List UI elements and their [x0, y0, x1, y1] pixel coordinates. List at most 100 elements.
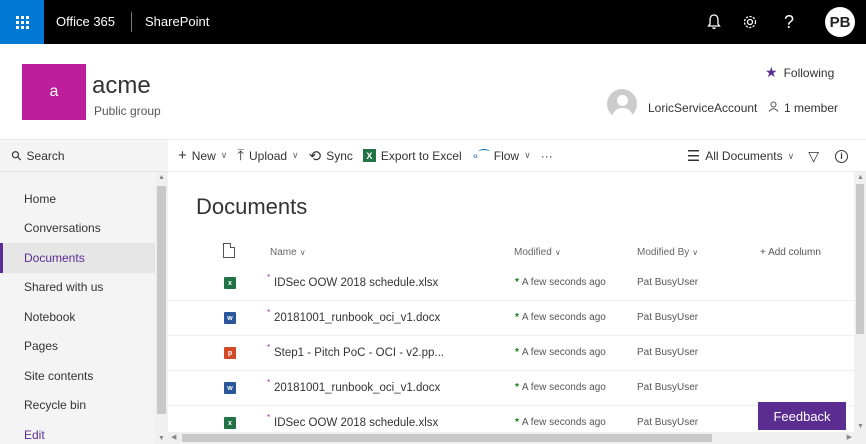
table-row[interactable]: w * 20181001_runbook_oci_v1.docx * A few … [168, 371, 854, 406]
search-label: Search [26, 148, 65, 163]
column-name-label: Name [270, 247, 297, 258]
chevron-down-icon: ∨ [554, 248, 561, 257]
more-icon: ··· [540, 148, 553, 163]
modified-cell: * A few seconds ago [515, 417, 606, 428]
scroll-up-icon[interactable]: ▲ [158, 174, 165, 181]
export-label: Export to Excel [380, 148, 462, 163]
vertical-scroll-thumb[interactable] [856, 184, 864, 334]
document-type-icon[interactable] [223, 243, 235, 258]
modified-cell: * A few seconds ago [515, 347, 606, 358]
sync-icon: ⟲ [308, 147, 322, 165]
gear-icon[interactable] [736, 8, 764, 36]
command-bar: + New ∨ ⤒ Upload ∨ ⟲ Sync X Export to Ex… [168, 140, 866, 172]
nav-item-pages[interactable]: Pages [0, 332, 155, 362]
waffle-icon[interactable] [0, 0, 44, 44]
table-row[interactable]: w * 20181001_runbook_oci_v1.docx * A few … [168, 301, 854, 336]
excel-file-icon: x [224, 417, 236, 429]
search-box[interactable]: ⚲ Search [0, 140, 168, 172]
filter-icon[interactable]: ▽ [808, 148, 819, 165]
column-modified-by-label: Modified By [637, 247, 690, 258]
new-item-icon: * [267, 308, 271, 317]
modified-cell: * A few seconds ago [515, 382, 606, 393]
command-bar-right: ☰ All Documents ∨ ▽ i [687, 140, 866, 172]
horizontal-scroll-thumb[interactable] [182, 434, 712, 442]
new-button[interactable]: + New ∨ [178, 147, 227, 164]
sync-label: Sync [326, 148, 353, 163]
upload-label: Upload [249, 148, 288, 163]
members-button[interactable]: 1 member [768, 101, 838, 115]
nav-item-site-contents[interactable]: Site contents [0, 361, 155, 391]
nav-item-recycle-bin[interactable]: Recycle bin [0, 391, 155, 421]
site-title[interactable]: acme [92, 72, 151, 100]
plus-icon: + [178, 147, 187, 164]
view-label: All Documents [705, 149, 783, 163]
info-icon[interactable]: i [835, 149, 848, 163]
modified-by-cell[interactable]: Pat BusyUser [637, 417, 698, 428]
chevron-down-icon: ∨ [524, 150, 531, 160]
table-row[interactable]: x * IDSec OOW 2018 schedule.xlsx * A few … [168, 406, 854, 432]
word-file-icon: w [224, 382, 236, 394]
nav-scroll-thumb[interactable] [157, 186, 166, 414]
scroll-down-icon[interactable]: ▼ [857, 423, 864, 430]
nav-edit-link[interactable]: Edit [0, 420, 155, 444]
account-name[interactable]: LoricServiceAccount [648, 101, 757, 115]
sharepoint-link[interactable]: SharePoint [145, 14, 209, 29]
following-button[interactable]: ★ Following [765, 64, 834, 81]
nav-list: Home Conversations Documents Shared with… [0, 184, 155, 444]
excel-icon: X [362, 149, 376, 162]
scroll-left-icon[interactable]: ◀ [171, 433, 176, 441]
star-icon: ★ [765, 64, 778, 80]
flow-button[interactable]: ∘⁀ Flow ∨ [472, 149, 531, 163]
modified-by-cell[interactable]: Pat BusyUser [637, 382, 698, 393]
table-row[interactable]: x * IDSec OOW 2018 schedule.xlsx * A few … [168, 266, 854, 301]
help-icon[interactable]: ? [775, 8, 803, 36]
nav-item-conversations[interactable]: Conversations [0, 214, 155, 244]
chevron-down-icon: ∨ [787, 150, 795, 161]
table-row[interactable]: p * Step1 - Pitch PoC - OCI - v2.pp... *… [168, 336, 854, 371]
nav-item-home[interactable]: Home [0, 184, 155, 214]
office-365-link[interactable]: Office 365 [56, 14, 115, 29]
person-icon [768, 101, 779, 115]
file-name-link[interactable]: IDSec OOW 2018 schedule.xlsx [274, 277, 438, 289]
site-logo[interactable]: a [22, 64, 86, 120]
view-switcher[interactable]: ☰ All Documents ∨ [687, 147, 794, 165]
bell-icon[interactable] [700, 8, 728, 36]
modified-by-cell[interactable]: Pat BusyUser [637, 347, 698, 358]
nav-item-documents[interactable]: Documents [0, 243, 155, 273]
new-item-icon: * [267, 378, 271, 387]
main-vertical-scrollbar[interactable]: ▲ ▼ [854, 172, 866, 432]
nav-scrollbar[interactable]: ▲ ▼ [155, 172, 168, 444]
account-avatar[interactable] [607, 89, 637, 119]
main-horizontal-scrollbar[interactable]: ◀ ▶ [168, 432, 866, 444]
file-name-link[interactable]: IDSec OOW 2018 schedule.xlsx [274, 417, 438, 429]
user-avatar[interactable]: PB [825, 7, 855, 37]
upload-button[interactable]: ⤒ Upload ∨ [237, 147, 298, 164]
export-to-excel-button[interactable]: X Export to Excel [362, 148, 462, 163]
modified-by-cell[interactable]: Pat BusyUser [637, 277, 698, 288]
column-header-name[interactable]: Name ∨ [270, 247, 306, 258]
file-name-link[interactable]: 20181001_runbook_oci_v1.docx [274, 312, 440, 324]
feedback-button[interactable]: Feedback [758, 402, 846, 430]
add-column-button[interactable]: + Add column [760, 247, 821, 258]
column-header-modified[interactable]: Modified ∨ [514, 247, 561, 258]
nav-item-notebook[interactable]: Notebook [0, 302, 155, 332]
modified-by-cell[interactable]: Pat BusyUser [637, 312, 698, 323]
members-label: 1 member [784, 101, 839, 115]
scroll-up-icon[interactable]: ▲ [857, 174, 864, 181]
column-header-modified-by[interactable]: Modified By ∨ [637, 247, 698, 258]
chevron-down-icon: ∨ [299, 248, 306, 257]
chevron-down-icon: ∨ [292, 150, 299, 160]
nav-item-shared-with-us[interactable]: Shared with us [0, 273, 155, 303]
scroll-down-icon[interactable]: ▼ [158, 435, 165, 442]
sync-button[interactable]: ⟲ Sync [309, 147, 353, 165]
modified-cell: * A few seconds ago [515, 277, 606, 288]
chevron-down-icon: ∨ [692, 248, 699, 257]
site-subtitle: Public group [94, 104, 161, 118]
upload-icon: ⤒ [237, 147, 245, 164]
more-button[interactable]: ··· [541, 149, 553, 163]
modified-cell: * A few seconds ago [515, 312, 606, 323]
file-name-link[interactable]: 20181001_runbook_oci_v1.docx [274, 382, 440, 394]
chevron-down-icon: ∨ [220, 150, 228, 160]
file-name-link[interactable]: Step1 - Pitch PoC - OCI - v2.pp... [274, 347, 444, 359]
scroll-right-icon[interactable]: ▶ [847, 433, 852, 441]
